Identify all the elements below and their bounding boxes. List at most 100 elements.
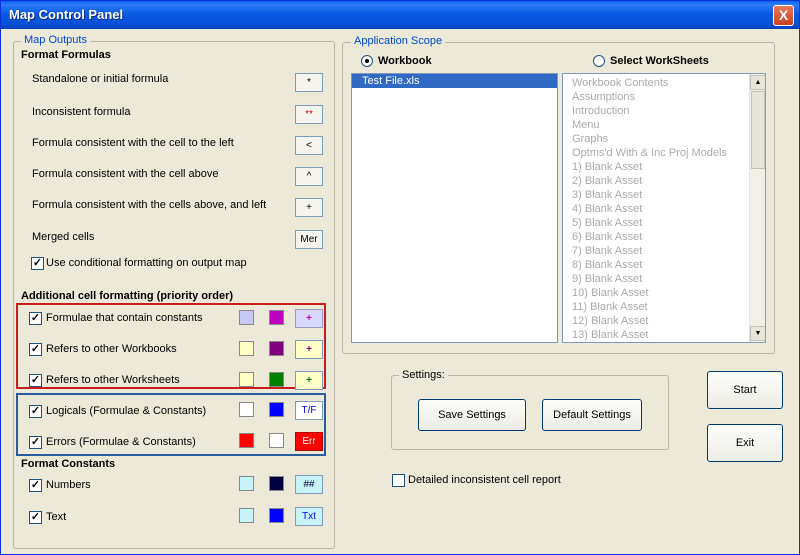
- formulae-constants-fill-swatch[interactable]: [239, 310, 254, 325]
- other-workbooks-font-swatch[interactable]: [269, 341, 284, 356]
- other-worksheets-sample-text: +: [306, 375, 312, 386]
- other-workbooks-sample-text: +: [306, 344, 312, 355]
- select-worksheets-radio-label: Select WorkSheets: [610, 55, 709, 67]
- list-item[interactable]: 9) Blank Asset: [563, 272, 765, 286]
- logicals-checkbox[interactable]: [29, 405, 42, 418]
- text-fill-swatch[interactable]: [239, 508, 254, 523]
- detailed-report-label: Detailed inconsistent cell report: [408, 474, 561, 486]
- additional-formatting-heading: Additional cell formatting (priority ord…: [21, 290, 234, 302]
- other-worksheets-checkbox[interactable]: [29, 374, 42, 387]
- scroll-down-arrow-icon[interactable]: ▼: [750, 326, 765, 341]
- inconsistent-sample-button[interactable]: **: [295, 105, 323, 124]
- worksheet-list[interactable]: Workbook Contents Assumptions Introduction…: [562, 73, 766, 343]
- conditional-formatting-checkbox[interactable]: [31, 257, 44, 270]
- errors-sample-text: Err: [302, 436, 316, 447]
- detailed-report-checkbox[interactable]: [392, 474, 405, 487]
- logicals-font-swatch[interactable]: [269, 402, 284, 417]
- left-consistent-sample-text: <: [306, 140, 312, 151]
- formulae-constants-label: Formulae that contain constants: [46, 312, 203, 324]
- standalone-sample-button[interactable]: *: [295, 73, 323, 92]
- scrollbar-thumb[interactable]: [751, 91, 765, 169]
- list-item[interactable]: Menu: [563, 118, 765, 132]
- start-button[interactable]: Start: [707, 371, 783, 409]
- list-item[interactable]: 5) Blank Asset: [563, 216, 765, 230]
- worksheet-list-scrollbar[interactable]: ▲ ▼: [749, 74, 765, 342]
- format-formulas-heading: Format Formulas: [21, 49, 111, 61]
- list-item[interactable]: 7) Blank Asset: [563, 244, 765, 258]
- list-item[interactable]: 8) Blank Asset: [563, 258, 765, 272]
- save-settings-button[interactable]: Save Settings: [418, 399, 526, 431]
- above-consistent-sample-button[interactable]: ^: [295, 167, 323, 186]
- text-checkbox[interactable]: [29, 511, 42, 524]
- title-bar[interactable]: Map Control Panel X: [1, 1, 799, 29]
- other-worksheets-fill-swatch[interactable]: [239, 372, 254, 387]
- list-item[interactable]: Graphs: [563, 132, 765, 146]
- text-font-swatch[interactable]: [269, 508, 284, 523]
- scroll-up-arrow-icon[interactable]: ▲: [750, 75, 765, 90]
- other-workbooks-fill-swatch[interactable]: [239, 341, 254, 356]
- list-item[interactable]: 11) Blank Asset: [563, 300, 765, 314]
- errors-fill-swatch[interactable]: [239, 433, 254, 448]
- formulae-constants-font-swatch[interactable]: [269, 310, 284, 325]
- workbook-radio-label: Workbook: [378, 55, 432, 67]
- formula-row-label: Standalone or initial formula: [32, 73, 169, 85]
- close-button[interactable]: X: [773, 5, 794, 26]
- workbook-radio[interactable]: [361, 55, 373, 67]
- select-worksheets-radio[interactable]: [593, 55, 605, 67]
- above-left-consistent-sample-text: +: [306, 202, 312, 213]
- list-item[interactable]: 12) Blank Asset: [563, 314, 765, 328]
- merged-sample-button[interactable]: Mer: [295, 230, 323, 249]
- formulae-constants-sample: +: [295, 309, 323, 328]
- above-left-consistent-sample-button[interactable]: +: [295, 198, 323, 217]
- list-item[interactable]: 4) Blank Asset: [563, 202, 765, 216]
- start-label: Start: [733, 384, 757, 396]
- list-item[interactable]: 1) Blank Asset: [563, 160, 765, 174]
- formula-row-label: Formula consistent with the cell above: [32, 168, 219, 180]
- list-item[interactable]: 3) Blank Asset: [563, 188, 765, 202]
- default-settings-label: Default Settings: [553, 409, 631, 421]
- formulae-constants-checkbox[interactable]: [29, 312, 42, 325]
- errors-sample: Err: [295, 432, 323, 451]
- settings-legend: Settings:: [399, 369, 448, 381]
- list-item[interactable]: 2) Blank Asset: [563, 174, 765, 188]
- logicals-fill-swatch[interactable]: [239, 402, 254, 417]
- list-item[interactable]: 13) Blank Asset: [563, 328, 765, 342]
- workbook-list[interactable]: Test File.xls: [351, 73, 558, 343]
- left-consistent-sample-button[interactable]: <: [295, 136, 323, 155]
- exit-label: Exit: [735, 437, 755, 449]
- conditional-formatting-label: Use conditional formatting on output map: [46, 257, 247, 269]
- list-item[interactable]: Workbook Contents: [563, 76, 765, 90]
- exit-button[interactable]: Exit: [707, 424, 783, 462]
- other-worksheets-sample: +: [295, 371, 323, 390]
- application-scope-legend: Application Scope: [351, 35, 446, 47]
- numbers-font-swatch[interactable]: [269, 476, 284, 491]
- numbers-fill-swatch[interactable]: [239, 476, 254, 491]
- inconsistent-sample-text: **: [305, 109, 313, 120]
- map-outputs-legend: Map Outputs: [21, 34, 90, 46]
- list-item[interactable]: Optms'd With & Inc Proj Models: [563, 146, 765, 160]
- list-item[interactable]: Test File.xls: [352, 74, 557, 88]
- other-worksheets-font-swatch[interactable]: [269, 372, 284, 387]
- errors-font-swatch[interactable]: [269, 433, 284, 448]
- text-sample: Txt: [295, 507, 323, 526]
- worksheet-items: Workbook Contents Assumptions Introduction…: [563, 74, 765, 342]
- numbers-sample-text: ##: [303, 479, 315, 490]
- logicals-sample: T/F: [295, 401, 323, 420]
- list-item[interactable]: Introduction: [563, 104, 765, 118]
- above-consistent-sample-text: ^: [306, 171, 312, 182]
- numbers-checkbox[interactable]: [29, 479, 42, 492]
- numbers-sample: ##: [295, 475, 323, 494]
- map-control-panel-window: Map Control Panel X Map Outputs Format F…: [0, 0, 800, 555]
- numbers-label: Numbers: [46, 479, 91, 491]
- list-item[interactable]: 10) Blank Asset: [563, 286, 765, 300]
- other-workbooks-checkbox[interactable]: [29, 343, 42, 356]
- errors-label: Errors (Formulae & Constants): [46, 436, 196, 448]
- other-workbooks-label: Refers to other Workbooks: [46, 343, 177, 355]
- errors-checkbox[interactable]: [29, 436, 42, 449]
- list-item[interactable]: 6) Blank Asset: [563, 230, 765, 244]
- formula-row-label: Formula consistent with the cell to the …: [32, 137, 234, 149]
- close-icon: X: [778, 7, 789, 23]
- default-settings-button[interactable]: Default Settings: [542, 399, 642, 431]
- list-item[interactable]: Assumptions: [563, 90, 765, 104]
- logicals-label: Logicals (Formulae & Constants): [46, 405, 207, 417]
